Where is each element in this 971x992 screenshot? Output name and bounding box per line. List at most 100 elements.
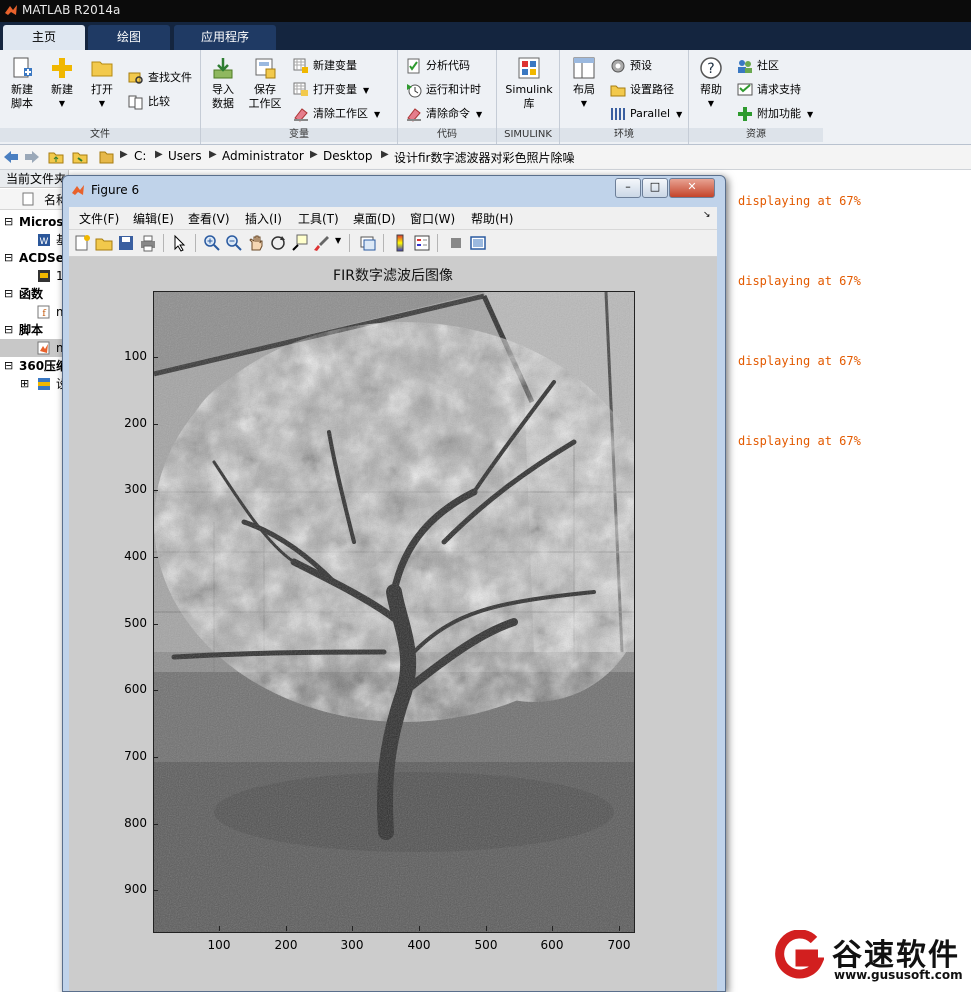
dropdown-arrow-icon[interactable]: ▼: [335, 236, 341, 245]
open-file-icon[interactable]: [95, 234, 113, 252]
word-document-icon: W: [38, 234, 50, 247]
collapse-icon[interactable]: ⊟: [4, 213, 13, 231]
collapse-icon[interactable]: ⊟: [4, 357, 13, 375]
tree-group-microsoft[interactable]: ⊟ Microso: [0, 213, 68, 231]
dropdown-arrow-icon: ▼: [580, 99, 588, 108]
open-variable-button[interactable]: 打开变量 ▼: [293, 80, 369, 100]
collapse-icon[interactable]: ⊟: [4, 285, 13, 303]
menu-edit[interactable]: 编辑(E): [133, 210, 174, 227]
add-ons-button[interactable]: 附加功能 ▼: [737, 104, 813, 124]
menu-window[interactable]: 窗口(W): [410, 210, 455, 227]
tree-group-360zip[interactable]: ⊟ 360压缩: [0, 357, 68, 375]
analyze-code-icon: [407, 58, 420, 74]
tree-group-acdsee[interactable]: ⊟ ACDSee: [0, 249, 68, 267]
expand-icon[interactable]: ⊞: [20, 375, 29, 393]
new-button[interactable]: 新建 ▼: [42, 56, 82, 111]
print-icon[interactable]: [139, 234, 157, 252]
request-support-button[interactable]: 请求支持: [737, 80, 801, 100]
layout-button[interactable]: 布局 ▼: [564, 56, 604, 111]
tree-item-word[interactable]: W 基: [0, 231, 68, 249]
dropdown-arrow-icon: ▼: [98, 99, 106, 108]
save-workspace-button[interactable]: 保存 工作区: [245, 56, 285, 111]
save-icon[interactable]: [117, 234, 135, 252]
tab-apps[interactable]: 应用程序: [174, 25, 276, 50]
forward-arrow-icon[interactable]: [24, 149, 40, 165]
help-button[interactable]: ? 帮助 ▼: [691, 56, 731, 111]
tree-group-scripts[interactable]: ⊟ 脚本: [0, 321, 68, 339]
compare-button[interactable]: 比较: [128, 92, 170, 112]
command-window[interactable]: displaying at 67% displaying at 67% disp…: [720, 170, 971, 984]
close-button[interactable]: ✕: [669, 178, 715, 198]
jpg-file-icon: [38, 270, 50, 282]
back-arrow-icon[interactable]: [3, 149, 19, 165]
up-folder-icon[interactable]: [48, 149, 64, 165]
menu-file[interactable]: 文件(F): [79, 210, 119, 227]
pan-hand-icon[interactable]: [247, 234, 265, 252]
menu-tools[interactable]: 工具(T): [298, 210, 339, 227]
parallel-button[interactable]: Parallel ▼: [610, 104, 682, 124]
breadcrumb-separator: ▶: [209, 149, 217, 160]
menu-insert[interactable]: 插入(I): [245, 210, 282, 227]
tab-plots[interactable]: 绘图: [88, 25, 170, 50]
link-plot-icon[interactable]: [359, 234, 377, 252]
breadcrumb-c[interactable]: C:: [134, 149, 146, 163]
maximize-button[interactable]: □: [642, 178, 668, 198]
y-tick-label: 800: [124, 816, 147, 830]
set-path-icon: [610, 85, 626, 97]
set-path-button[interactable]: 设置路径: [610, 80, 674, 100]
tree-item-function-file[interactable]: f m: [0, 303, 68, 321]
current-folder-column-header[interactable]: 名称: [0, 189, 68, 210]
browse-folder-icon[interactable]: [72, 149, 88, 165]
collapse-icon[interactable]: ⊟: [4, 249, 13, 267]
zoom-in-icon[interactable]: [203, 234, 221, 252]
new-variable-button[interactable]: 新建变量: [293, 56, 357, 76]
legend-icon[interactable]: [413, 234, 431, 252]
breadcrumb-users[interactable]: Users: [168, 149, 202, 163]
community-button[interactable]: 社区: [737, 56, 779, 76]
command-output-line: displaying at 67%: [738, 354, 861, 368]
community-icon: [738, 60, 752, 73]
menu-help[interactable]: 帮助(H): [471, 210, 513, 227]
figure-canvas[interactable]: FIR数字滤波后图像 100 200 300 400 500 600 700 8…: [69, 257, 717, 991]
clear-commands-button[interactable]: 清除命令 ▼: [406, 104, 482, 124]
zoom-out-icon[interactable]: [225, 234, 243, 252]
breadcrumb-desktop[interactable]: Desktop: [323, 149, 373, 163]
breadcrumb-project-folder[interactable]: 设计fir数字滤波器对彩色照片除噪: [394, 149, 575, 166]
menu-desktop[interactable]: 桌面(D): [353, 210, 396, 227]
group-resources: ? 帮助 ▼ 社区 请求支持 附加功能 ▼ 资源: [689, 50, 823, 144]
import-data-button[interactable]: 导入 数据: [203, 56, 243, 111]
pointer-icon[interactable]: [171, 234, 189, 252]
show-plot-tools-icon[interactable]: [469, 234, 487, 252]
analyze-code-button[interactable]: 分析代码: [406, 56, 470, 76]
tree-item-image[interactable]: 1: [0, 267, 68, 285]
group-file: 新建 脚本 新建 ▼ 打开 ▼ 查找文件 比较 文件: [0, 50, 201, 144]
tree-item-archive[interactable]: ⊞ 设: [0, 375, 68, 393]
data-cursor-icon[interactable]: [291, 234, 309, 252]
breadcrumb-administrator[interactable]: Administrator: [222, 149, 304, 163]
menu-view[interactable]: 查看(V): [188, 210, 230, 227]
brush-icon[interactable]: [313, 234, 331, 252]
collapse-icon[interactable]: ⊟: [4, 321, 13, 339]
open-button[interactable]: 打开 ▼: [82, 56, 122, 111]
hide-plot-tools-icon[interactable]: [447, 234, 465, 252]
dock-arrow-icon[interactable]: ↘: [703, 210, 711, 220]
colorbar-icon[interactable]: [391, 234, 409, 252]
clear-workspace-button[interactable]: 清除工作区 ▼: [293, 104, 380, 124]
file-icon: [22, 192, 34, 206]
simulink-library-button[interactable]: Simulink 库: [503, 56, 555, 111]
figure-titlebar[interactable]: Figure 6 – □ ✕: [63, 176, 725, 204]
address-bar: ▶ C: ▶ Users ▶ Administrator ▶ Desktop ▶…: [0, 145, 971, 170]
tab-home[interactable]: 主页: [3, 25, 85, 50]
tree-group-functions[interactable]: ⊟ 函数: [0, 285, 68, 303]
new-figure-icon[interactable]: [73, 234, 91, 252]
preferences-button[interactable]: 预设: [610, 56, 652, 76]
minimize-button[interactable]: –: [615, 178, 641, 198]
find-files-button[interactable]: 查找文件: [128, 68, 192, 88]
toolbar-separator: [163, 234, 164, 252]
run-and-time-button[interactable]: 运行和计时: [406, 80, 481, 100]
plus-icon: [52, 58, 72, 78]
rotate-3d-icon[interactable]: [269, 234, 287, 252]
new-script-button[interactable]: 新建 脚本: [2, 56, 42, 111]
image-axes[interactable]: [153, 291, 635, 933]
tree-item-script-file[interactable]: m: [0, 339, 68, 357]
